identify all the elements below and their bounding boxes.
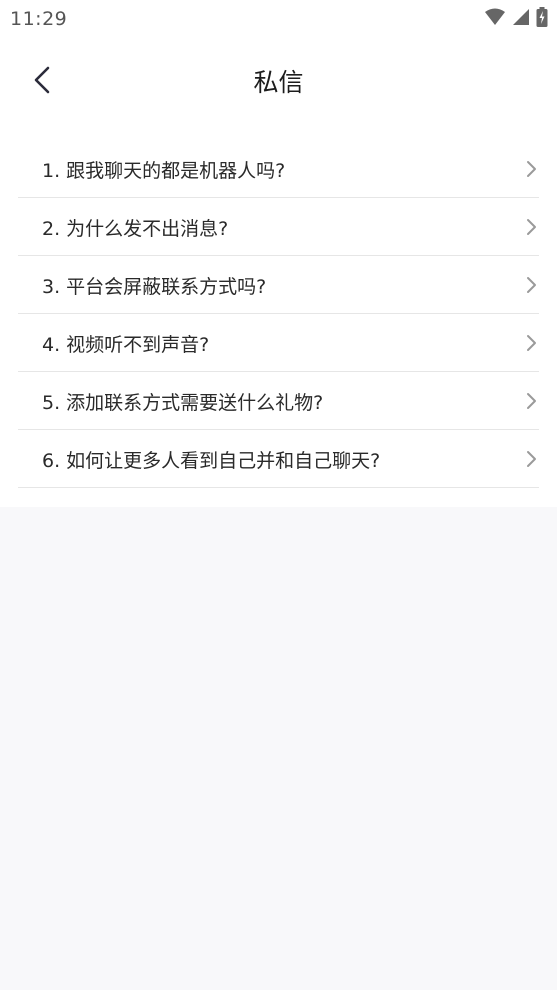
- faq-item-label: 2. 为什么发不出消息?: [42, 218, 229, 240]
- status-bar: 11:29: [0, 0, 557, 38]
- faq-item-1[interactable]: 1. 跟我聊天的都是机器人吗?: [18, 140, 539, 198]
- chevron-right-icon: [527, 335, 536, 351]
- wifi-icon: [484, 8, 506, 30]
- chevron-right-icon: [527, 219, 536, 235]
- chevron-right-icon: [527, 161, 536, 177]
- faq-item-4[interactable]: 4. 视频听不到声音?: [18, 314, 539, 372]
- faq-item-label: 5. 添加联系方式需要送什么礼物?: [42, 392, 324, 414]
- status-time: 11:29: [10, 8, 68, 30]
- faq-item-3[interactable]: 3. 平台会屏蔽联系方式吗?: [18, 256, 539, 314]
- faq-item-label: 4. 视频听不到声音?: [42, 334, 210, 356]
- nav-bar: 私信: [0, 50, 557, 112]
- faq-item-5[interactable]: 5. 添加联系方式需要送什么礼物?: [18, 372, 539, 430]
- faq-item-6[interactable]: 6. 如何让更多人看到自己并和自己聊天?: [18, 430, 539, 488]
- status-icons: [484, 7, 548, 31]
- page-title: 私信: [253, 68, 304, 97]
- faq-list: 1. 跟我聊天的都是机器人吗? 2. 为什么发不出消息? 3. 平台会屏蔽联系方…: [18, 140, 539, 488]
- chevron-right-icon: [527, 277, 536, 293]
- chevron-right-icon: [527, 451, 536, 467]
- faq-item-label: 1. 跟我聊天的都是机器人吗?: [42, 160, 286, 182]
- cellular-signal-icon: [512, 8, 530, 30]
- faq-panel: 11:29 私信 1. 跟我聊天的都是机器人吗? 2. 为什么发不出消息? 3.…: [0, 0, 557, 507]
- battery-charging-icon: [536, 7, 548, 31]
- faq-item-label: 6. 如何让更多人看到自己并和自己聊天?: [42, 450, 381, 472]
- faq-item-2[interactable]: 2. 为什么发不出消息?: [18, 198, 539, 256]
- faq-item-label: 3. 平台会屏蔽联系方式吗?: [42, 276, 267, 298]
- chevron-right-icon: [527, 393, 536, 409]
